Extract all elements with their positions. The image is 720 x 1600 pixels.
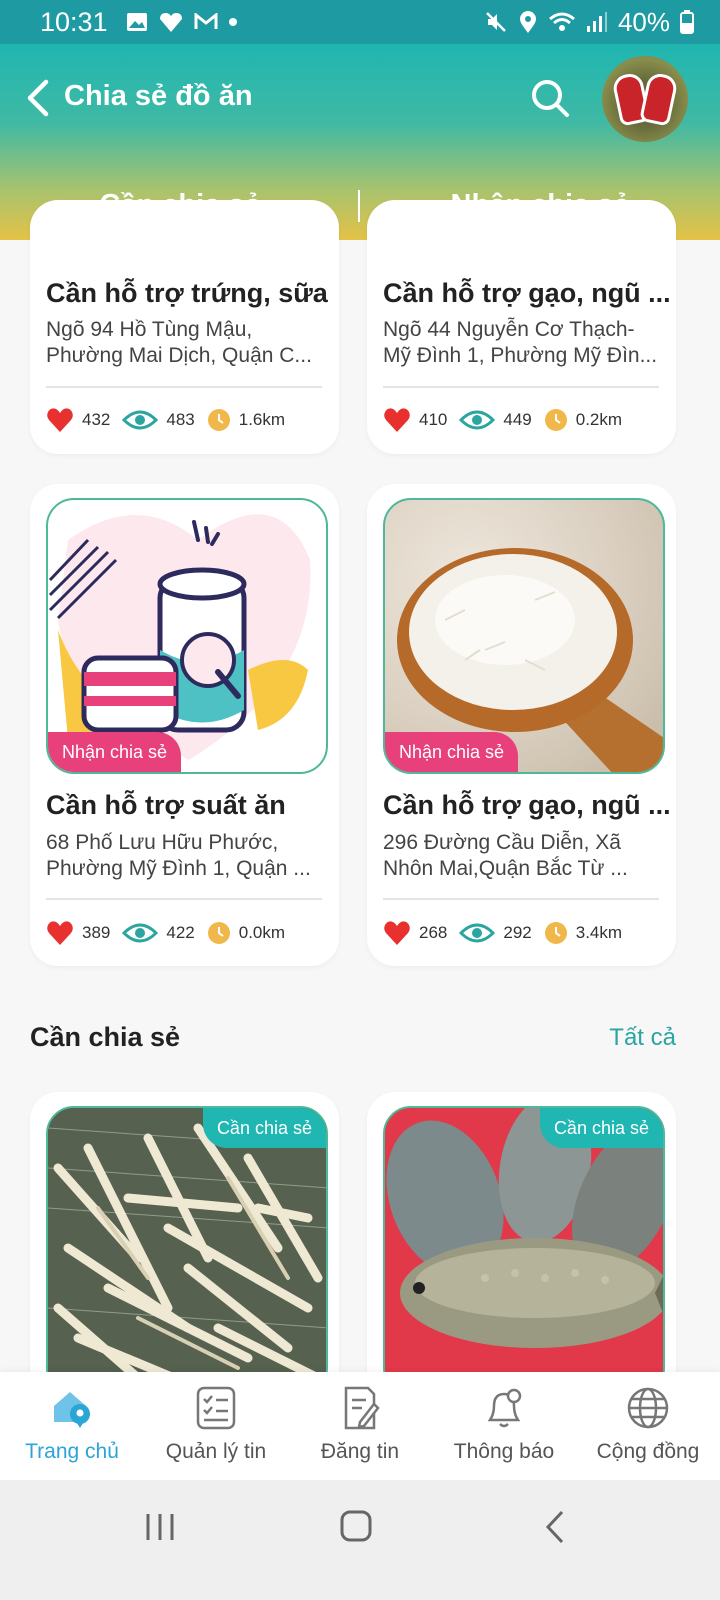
status-bar: 10:31 40%	[0, 0, 720, 44]
food-card[interactable]: Nhận chia sẻ Cần hỗ trợ gạo, ngũ ... 296…	[367, 484, 676, 966]
card-image: Nhận chia sẻ	[383, 498, 665, 774]
eye-icon	[122, 921, 159, 945]
card-image: Nhận chia sẻ	[46, 498, 328, 774]
card-address: Ngõ 94 Hồ Tùng Mậu, Phường Mai Dịch, Quận…	[46, 318, 312, 367]
bamboo-shoots-photo	[48, 1108, 326, 1394]
card-image: Cần chia sẻ	[46, 1106, 328, 1396]
clock-icon	[207, 408, 231, 432]
card-address: Ngõ 44 Nguyễn Cơ Thạch- Mỹ Đình 1, Phường…	[383, 318, 658, 367]
card-title: Cần hỗ trợ gạo, ngũ ...	[383, 278, 671, 308]
nav-manage-posts[interactable]: Quản lý tin	[144, 1372, 288, 1480]
heart-icon[interactable]	[46, 407, 74, 433]
page-title: Chia sẻ đồ ăn	[64, 80, 253, 112]
card-title: Cần hỗ trợ trứng, sữa	[46, 278, 328, 308]
eye-icon	[459, 408, 496, 432]
card-divider	[383, 386, 659, 388]
battery-percent: 40%	[617, 6, 670, 37]
card-stats: 268 292 3.4km	[383, 920, 634, 946]
card-stats: 389 422 0.0km	[46, 920, 297, 946]
card-badge: Cần chia sẻ	[202, 1108, 326, 1148]
status-time: 10:31	[40, 6, 108, 37]
wifi-icon	[548, 12, 575, 31]
location-icon	[519, 11, 536, 33]
card-address: 296 Đường Cầu Diễn, Xã Nhôn Mai,Quận Bắc …	[383, 831, 628, 880]
eye-icon	[459, 921, 496, 945]
search-icon[interactable]	[530, 78, 570, 118]
card-badge: Nhận chia sẻ	[385, 732, 519, 772]
lazada-icon	[159, 13, 182, 32]
clock-icon	[544, 921, 568, 945]
globe-icon	[627, 1387, 669, 1429]
card-divider	[383, 898, 659, 900]
see-all-link[interactable]: Tất cả	[609, 1024, 676, 1052]
heart-icon[interactable]	[46, 920, 74, 946]
gallery-icon	[126, 13, 147, 31]
card-title: Cần hỗ trợ gạo, ngũ ...	[383, 790, 671, 820]
dot-icon	[228, 18, 237, 26]
system-back-icon[interactable]	[544, 1510, 566, 1544]
card-address: 68 Phố Lưu Hữu Phước, Phường Mỹ Đình 1, Q…	[46, 831, 311, 880]
food-card[interactable]: Cần chia sẻ	[30, 1092, 339, 1412]
fish-photo	[385, 1108, 663, 1394]
avatar[interactable]	[602, 56, 688, 142]
recent-apps-icon[interactable]	[144, 1512, 176, 1542]
card-stats: 432 483 1.6km	[46, 407, 297, 433]
tab-divider	[358, 190, 360, 222]
bottom-nav: Trang chủ Quản lý tin Đăng tin Thông báo…	[0, 1372, 720, 1480]
nav-home[interactable]: Trang chủ	[0, 1372, 144, 1480]
notification-icons	[126, 11, 238, 33]
heart-icon[interactable]	[383, 920, 411, 946]
heart-icon[interactable]	[383, 407, 411, 433]
nav-notifications[interactable]: Thông báo	[432, 1372, 576, 1480]
food-card[interactable]: Nhận chia sẻ Cần hỗ trợ suất ăn 68 Phố L…	[30, 484, 339, 966]
system-icons: 40%	[484, 7, 694, 38]
gmail-icon	[194, 13, 218, 29]
card-image: Cần chia sẻ	[383, 1106, 665, 1396]
edit-document-icon	[344, 1386, 380, 1430]
eye-icon	[122, 408, 159, 432]
checklist-icon	[196, 1386, 236, 1430]
nav-community[interactable]: Cộng đồng	[576, 1372, 720, 1480]
section-title: Cần chia sẻ	[30, 1022, 181, 1052]
food-card[interactable]: Cần chia sẻ	[367, 1092, 676, 1412]
card-title: Cần hỗ trợ suất ăn	[46, 790, 286, 820]
mute-icon	[486, 12, 506, 32]
clock-icon	[207, 921, 231, 945]
home-button-icon[interactable]	[340, 1510, 372, 1542]
card-badge: Cần chia sẻ	[539, 1108, 663, 1148]
nav-post[interactable]: Đăng tin	[288, 1372, 432, 1480]
system-nav-bar	[0, 1480, 720, 1600]
card-divider	[46, 898, 322, 900]
food-card[interactable]: Cần hỗ trợ trứng, sữa Ngõ 94 Hồ Tùng Mậu…	[30, 200, 339, 454]
card-stats: 410 449 0.2km	[383, 407, 634, 433]
bell-icon	[487, 1388, 522, 1428]
back-icon[interactable]	[22, 78, 52, 118]
battery-icon	[680, 10, 694, 34]
food-card[interactable]: Cần hỗ trợ gạo, ngũ ... Ngõ 44 Nguyễn Cơ…	[367, 200, 676, 454]
home-location-icon	[54, 1392, 90, 1428]
signal-icon	[586, 12, 607, 32]
card-divider	[46, 386, 322, 388]
card-badge: Nhận chia sẻ	[48, 732, 182, 772]
clock-icon	[544, 408, 568, 432]
